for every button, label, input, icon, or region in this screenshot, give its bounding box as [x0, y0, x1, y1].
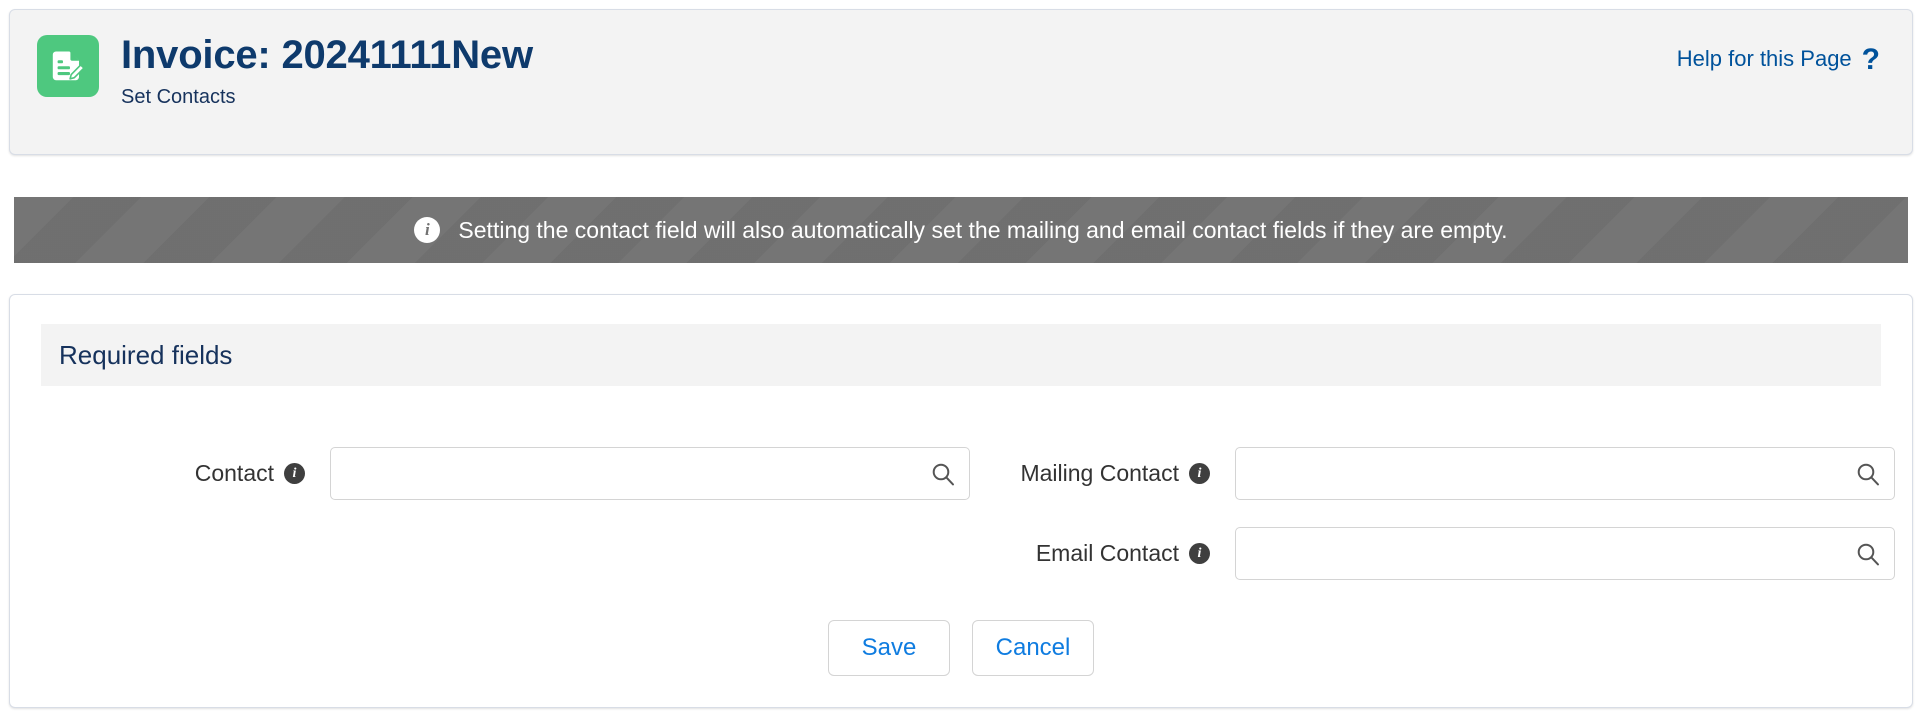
info-icon: i	[414, 217, 441, 243]
cancel-button[interactable]: Cancel	[972, 620, 1094, 676]
info-icon-mailing-contact[interactable]: i	[1189, 463, 1210, 484]
save-button[interactable]: Save	[828, 620, 950, 676]
section-title: Required fields	[59, 340, 233, 370]
info-banner: i Setting the contact field will also au…	[14, 197, 1908, 263]
banner-message: Setting the contact field will also auto…	[458, 217, 1508, 243]
lookup-wrapper-mailing-contact	[1235, 447, 1895, 500]
invoice-document-edit-icon	[37, 35, 99, 97]
label-contact-text: Contact	[194, 460, 274, 486]
page-header-card: Invoice: 20241111New Set Contacts Help f…	[9, 9, 1913, 155]
mailing-contact-lookup-input[interactable]	[1235, 447, 1895, 500]
required-fields-section-header: Required fields	[41, 324, 1881, 386]
field-row-mailing-contact: Mailing Contact i	[992, 447, 1895, 500]
lookup-wrapper-email-contact	[1235, 527, 1895, 580]
info-icon-email-contact[interactable]: i	[1189, 543, 1210, 564]
banner-content: i Setting the contact field will also au…	[414, 216, 1508, 244]
help-link-label: Help for this Page	[1676, 46, 1852, 71]
label-mailing-contact-text: Mailing Contact	[1020, 460, 1179, 486]
page-subtitle: Set Contacts	[121, 86, 236, 108]
email-contact-lookup-input[interactable]	[1235, 527, 1895, 580]
label-mailing-contact: Mailing Contact i	[992, 460, 1210, 487]
form-actions: Save Cancel	[0, 620, 1922, 676]
question-mark-icon: ?	[1861, 43, 1880, 76]
contact-lookup-input[interactable]	[330, 447, 970, 500]
page-title: Invoice: 20241111New	[121, 33, 533, 77]
label-contact: Contact i	[160, 460, 305, 487]
title-block: Invoice: 20241111New Set Contacts	[121, 32, 533, 110]
header-identity: Invoice: 20241111New Set Contacts	[37, 32, 533, 110]
page-root: Invoice: 20241111New Set Contacts Help f…	[0, 0, 1922, 718]
label-email-contact-text: Email Contact	[1035, 540, 1179, 566]
help-for-this-page-link[interactable]: Help for this Page ?	[1676, 43, 1880, 76]
lookup-wrapper-contact	[330, 447, 970, 500]
label-email-contact: Email Contact i	[992, 540, 1210, 567]
info-icon-contact[interactable]: i	[284, 463, 305, 484]
field-row-email-contact: Email Contact i	[992, 527, 1895, 580]
field-row-contact: Contact i	[160, 447, 970, 500]
